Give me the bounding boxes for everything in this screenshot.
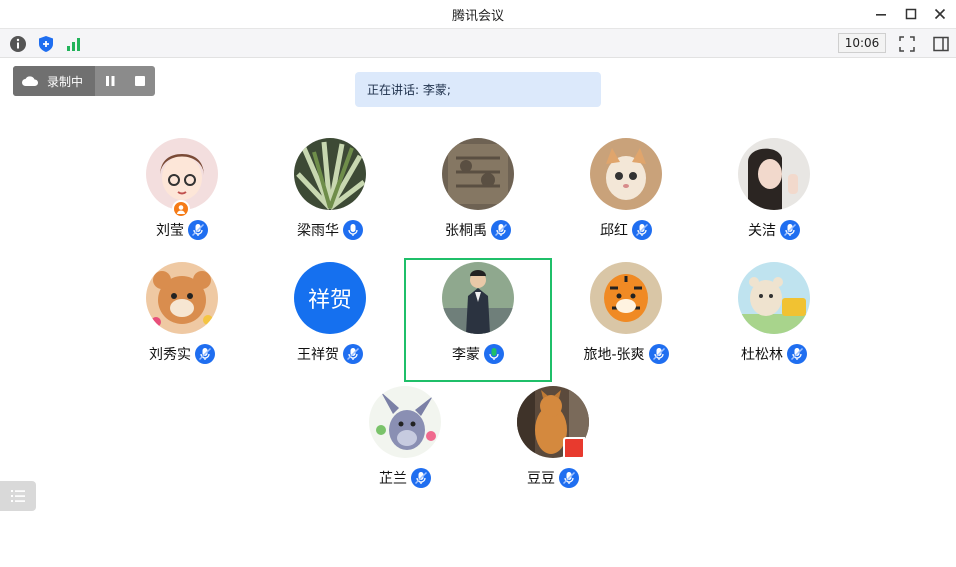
stop-icon: [135, 76, 145, 86]
participant-list-button[interactable]: [0, 481, 36, 511]
host-icon: [177, 205, 185, 214]
participant-name: 邱红: [600, 223, 628, 239]
mic-on-icon[interactable]: [343, 220, 363, 240]
participant-name: 旅地-张爽: [583, 347, 645, 363]
security-button[interactable]: [36, 34, 56, 54]
mic-muted-icon[interactable]: [787, 344, 807, 364]
cloud-icon: [22, 76, 39, 86]
participant-name-row: 杜松林: [699, 344, 849, 364]
mic-muted-icon[interactable]: [195, 344, 215, 364]
list-icon: [11, 490, 25, 502]
participant-tile[interactable]: 祥贺 王祥贺: [255, 252, 405, 372]
participant-tile[interactable]: 邱红: [551, 128, 701, 248]
minimize-button[interactable]: [871, 4, 891, 24]
participant-tile[interactable]: 关洁: [699, 128, 849, 248]
participant-name-row: 刘莹: [107, 220, 257, 240]
avatar: [369, 386, 441, 458]
recording-label: 录制中: [47, 74, 84, 89]
signal-icon: [67, 38, 80, 51]
mic-muted-icon[interactable]: [559, 468, 579, 488]
avatar: [442, 262, 514, 334]
participant-tile[interactable]: 刘秀实: [107, 252, 257, 372]
participant-name-row: 芷兰: [330, 468, 480, 488]
mic-muted-icon[interactable]: [491, 220, 511, 240]
participant-name-row: 关洁: [699, 220, 849, 240]
recording-status[interactable]: 录制中: [13, 66, 95, 96]
avatar: [738, 138, 810, 210]
close-button[interactable]: [930, 4, 950, 24]
mic-muted-icon[interactable]: [780, 220, 800, 240]
participant-name: 关洁: [748, 223, 776, 239]
mic-muted-icon[interactable]: [188, 220, 208, 240]
meeting-info-button[interactable]: [8, 34, 28, 54]
title-bar: 腾讯会议: [0, 0, 956, 28]
participant-name: 豆豆: [527, 471, 555, 487]
participant-name-row: 豆豆: [478, 468, 628, 488]
participant-name: 李蒙: [452, 347, 480, 363]
participant-name: 杜松林: [741, 347, 783, 363]
flag-badge: [563, 437, 585, 459]
app-title: 腾讯会议: [451, 9, 504, 24]
participant-name: 梁雨华: [297, 223, 339, 239]
participant-tile[interactable]: 豆豆: [478, 376, 628, 496]
participant-name-row: 邱红: [551, 220, 701, 240]
mic-muted-icon[interactable]: [648, 344, 669, 364]
speaking-banner: 正在讲话: 李蒙;: [355, 72, 601, 107]
participant-tile[interactable]: 杜松林: [699, 252, 849, 372]
avatar-initials: 祥贺: [307, 288, 352, 313]
participant-name-row: 李蒙: [403, 344, 553, 364]
maximize-button[interactable]: [901, 4, 921, 24]
fullscreen-button[interactable]: [897, 34, 917, 54]
participant-name-row: 张桐禹: [403, 220, 553, 240]
minimize-icon: [876, 14, 886, 16]
participant-tile[interactable]: 梁雨华: [255, 128, 405, 248]
recording-bar: 录制中: [13, 66, 155, 96]
host-badge: [172, 200, 190, 218]
pause-icon: [106, 76, 115, 86]
stop-recording-button[interactable]: [125, 66, 155, 96]
mic-muted-icon[interactable]: [343, 344, 363, 364]
fullscreen-icon: [899, 36, 915, 52]
pause-recording-button[interactable]: [95, 66, 125, 96]
avatar: 祥贺: [294, 262, 366, 334]
avatar: [442, 138, 514, 210]
participant-tile[interactable]: 芷兰: [330, 376, 480, 496]
participant-name-row: 旅地-张爽: [551, 344, 701, 364]
participant-name: 刘秀实: [149, 347, 191, 363]
participant-name-row: 王祥贺: [255, 344, 405, 364]
mic-muted-icon[interactable]: [632, 220, 652, 240]
participant-tile-active[interactable]: 李蒙: [403, 252, 553, 372]
close-icon: [934, 8, 946, 20]
mic-active-icon[interactable]: [484, 344, 504, 364]
participant-tile[interactable]: 旅地-张爽: [551, 252, 701, 372]
shield-icon: [39, 36, 53, 52]
avatar: [294, 138, 366, 210]
avatar: [590, 138, 662, 210]
participant-name: 刘莹: [156, 223, 184, 239]
participant-name-row: 梁雨华: [255, 220, 405, 240]
mic-muted-icon[interactable]: [411, 468, 431, 488]
avatar: [738, 262, 810, 334]
participant-name: 王祥贺: [297, 347, 339, 363]
meeting-toolbar: 10:06: [0, 28, 956, 58]
sidebar-toggle-button[interactable]: [931, 34, 951, 54]
participant-name-row: 刘秀实: [107, 344, 257, 364]
network-status-button[interactable]: [64, 34, 84, 54]
avatar: [590, 262, 662, 334]
participant-name: 张桐禹: [445, 223, 487, 239]
participant-tile[interactable]: 刘莹: [107, 128, 257, 248]
maximize-icon: [905, 8, 917, 20]
info-icon: [10, 36, 26, 52]
meeting-clock: 10:06: [838, 33, 886, 53]
participant-tile[interactable]: 张桐禹: [403, 128, 553, 248]
participant-name: 芷兰: [379, 471, 407, 487]
sidebar-toggle-icon: [933, 36, 949, 52]
avatar: [146, 262, 218, 334]
